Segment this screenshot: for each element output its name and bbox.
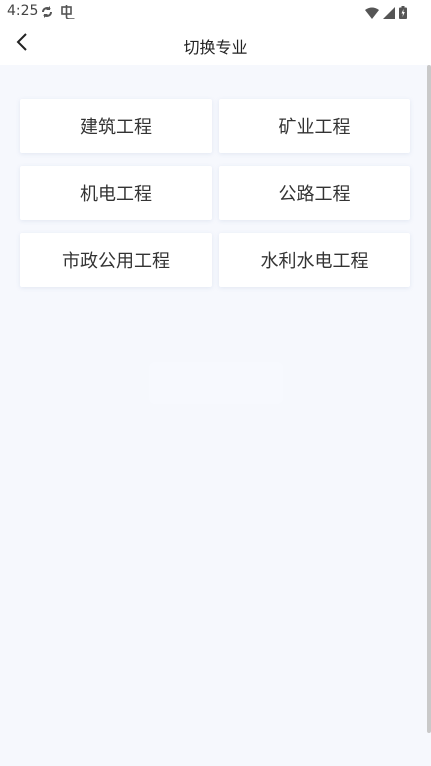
app-notification-icon: [60, 4, 76, 23]
fading-toast: [149, 362, 283, 404]
wifi-icon: [365, 4, 379, 23]
major-option-mining[interactable]: 矿业工程: [219, 99, 410, 153]
major-option-municipal[interactable]: 市政公用工程: [20, 233, 212, 287]
status-bar: 4:25: [0, 0, 431, 24]
scrollbar[interactable]: [427, 65, 431, 733]
content-area: 建筑工程 矿业工程 机电工程 公路工程 市政公用工程 水利水电工程: [0, 65, 431, 766]
major-grid: 建筑工程 矿业工程 机电工程 公路工程 市政公用工程 水利水电工程: [20, 99, 410, 287]
status-left-icons: [40, 4, 76, 23]
status-right-icons: [365, 4, 407, 23]
major-option-hydraulic[interactable]: 水利水电工程: [219, 233, 410, 287]
status-time: 4:25: [7, 3, 39, 19]
page-title: 切换专业: [183, 38, 248, 57]
major-option-electromechanical[interactable]: 机电工程: [20, 166, 212, 220]
signal-icon: [383, 4, 395, 23]
major-option-highway[interactable]: 公路工程: [219, 166, 410, 220]
battery-icon: [399, 4, 407, 23]
major-option-construction[interactable]: 建筑工程: [20, 99, 212, 153]
navbar: 切换专业: [0, 24, 431, 65]
sync-icon: [40, 4, 54, 23]
